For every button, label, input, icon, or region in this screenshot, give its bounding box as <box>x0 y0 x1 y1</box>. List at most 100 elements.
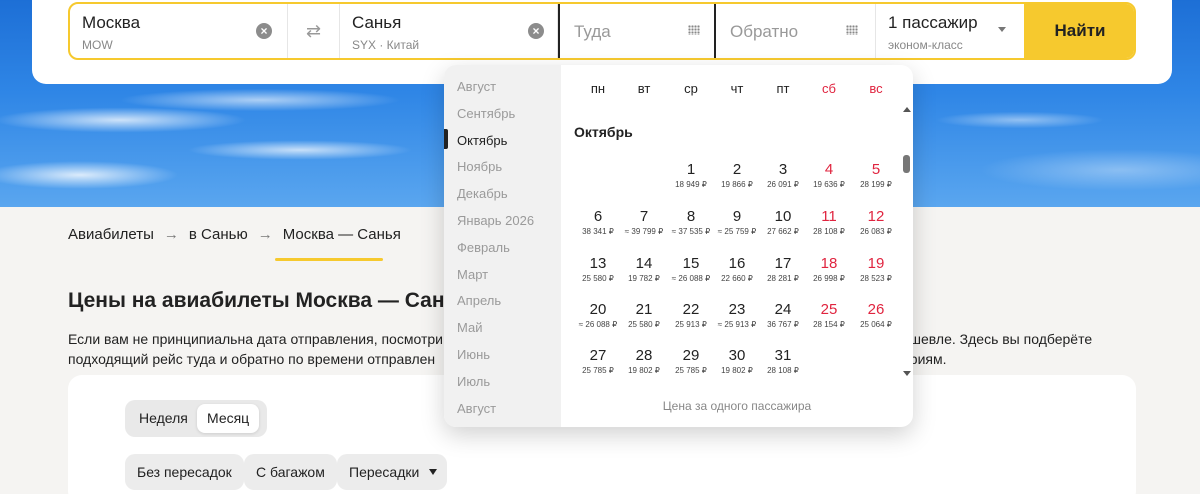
month-item[interactable]: Февраль <box>457 240 510 255</box>
day-number: 22 <box>682 301 700 318</box>
caret-down-icon <box>429 469 438 475</box>
clear-from-icon[interactable]: × <box>256 23 272 39</box>
day-price: 19 782 ₽ <box>628 274 660 283</box>
weekday-label: ср <box>684 81 698 96</box>
day-number: 21 <box>635 301 653 318</box>
from-field[interactable]: Москва MOW × <box>70 4 288 58</box>
swap-icon[interactable]: ⇄ <box>288 4 340 58</box>
day-number: 20 <box>589 301 607 318</box>
calendar-day[interactable]: 26 25 064 ₽ <box>851 301 901 331</box>
from-code: MOW <box>82 38 113 52</box>
calendar-day[interactable]: 16 22 660 ₽ <box>712 255 762 285</box>
clear-to-icon[interactable]: × <box>528 23 544 39</box>
calendar-day[interactable]: 17 28 281 ₽ <box>758 255 808 285</box>
calendar-grid-icon <box>846 25 858 35</box>
day-price: 19 636 ₽ <box>813 180 845 189</box>
scrollbar-thumb[interactable] <box>903 155 910 173</box>
calendar-day[interactable]: 7 ≈ 39 799 ₽ <box>619 208 669 238</box>
day-price: 28 523 ₽ <box>860 274 892 283</box>
day-number: 4 <box>824 161 834 178</box>
day-number: 11 <box>821 208 837 225</box>
filter-baggage-chip[interactable]: С багажом <box>244 454 337 490</box>
month-item[interactable]: Июль <box>457 374 490 389</box>
breadcrumb-active-underline <box>275 258 383 261</box>
day-price: ≈ 25 913 ₽ <box>717 320 757 329</box>
calendar-day[interactable]: 22 25 913 ₽ <box>666 301 716 331</box>
calendar-day[interactable]: 30 19 802 ₽ <box>712 347 762 377</box>
calendar-day[interactable]: 19 28 523 ₽ <box>851 255 901 285</box>
month-item[interactable]: Апрель <box>457 293 501 308</box>
day-number: 27 <box>589 347 607 364</box>
weekday-label: чт <box>730 81 744 96</box>
month-item[interactable]: Август <box>457 79 496 94</box>
day-price: ≈ 25 759 ₽ <box>717 227 757 236</box>
calendar-day[interactable]: 25 28 154 ₽ <box>804 301 854 331</box>
calendar-day[interactable]: 14 19 782 ₽ <box>619 255 669 285</box>
breadcrumb-link-flights[interactable]: Авиабилеты <box>68 226 154 243</box>
day-price: 38 341 ₽ <box>582 227 614 236</box>
scroll-down-icon[interactable] <box>903 371 911 376</box>
calendar-day[interactable]: 15 ≈ 26 088 ₽ <box>666 255 716 285</box>
scroll-up-icon[interactable] <box>903 107 911 112</box>
day-price: 19 802 ₽ <box>628 366 660 375</box>
calendar-day[interactable]: 18 26 998 ₽ <box>804 255 854 285</box>
day-number: 16 <box>728 255 746 272</box>
month-item[interactable]: Август <box>457 401 496 416</box>
month-item[interactable]: Июнь <box>457 347 490 362</box>
month-item[interactable]: Январь 2026 <box>457 213 534 228</box>
month-item[interactable]: Ноябрь <box>457 159 502 174</box>
date-back-field[interactable]: Обратно <box>716 4 876 58</box>
day-number: 28 <box>635 347 653 364</box>
calendar-day[interactable]: 3 26 091 ₽ <box>758 161 808 191</box>
calendar-day[interactable]: 10 27 662 ₽ <box>758 208 808 238</box>
day-number: 19 <box>867 255 885 272</box>
day-price: 22 660 ₽ <box>721 274 753 283</box>
passengers-field[interactable]: 1 пассажир эконом-класс <box>876 4 1024 58</box>
calendar-day[interactable]: 24 36 767 ₽ <box>758 301 808 331</box>
calendar-day[interactable]: 4 19 636 ₽ <box>804 161 854 191</box>
filter-transfers-chip[interactable]: Пересадки <box>337 454 448 490</box>
day-number: 14 <box>635 255 653 272</box>
day-price: ≈ 37 535 ₽ <box>671 227 711 236</box>
calendar-day[interactable]: 21 25 580 ₽ <box>619 301 669 331</box>
day-number: 18 <box>820 255 838 272</box>
month-item[interactable]: Май <box>457 320 482 335</box>
calendar-day[interactable]: 27 25 785 ₽ <box>573 347 623 377</box>
calendar-day[interactable]: 2 19 866 ₽ <box>712 161 762 191</box>
calendar-day[interactable]: 12 26 083 ₽ <box>851 208 901 238</box>
day-price: 26 998 ₽ <box>813 274 845 283</box>
view-month-option[interactable]: Месяц <box>197 404 260 433</box>
calendar-day[interactable]: 9 ≈ 25 759 ₽ <box>712 208 762 238</box>
calendar-day[interactable]: 29 25 785 ₽ <box>666 347 716 377</box>
find-button[interactable]: Найти <box>1024 4 1134 58</box>
month-item[interactable]: Октябрь <box>457 133 507 148</box>
day-price: 25 064 ₽ <box>860 320 892 329</box>
calendar-day[interactable]: 23 ≈ 25 913 ₽ <box>712 301 762 331</box>
month-item[interactable]: Декабрь <box>457 186 508 201</box>
view-week-option[interactable]: Неделя <box>129 404 198 433</box>
month-item[interactable]: Сентябрь <box>457 106 515 121</box>
calendar-day[interactable]: 5 28 199 ₽ <box>851 161 901 191</box>
calendar-day[interactable]: 28 19 802 ₽ <box>619 347 669 377</box>
day-price: 25 580 ₽ <box>628 320 660 329</box>
breadcrumb-link-destination[interactable]: в Санью <box>189 226 248 243</box>
calendar-day[interactable]: 1 18 949 ₽ <box>666 161 716 191</box>
filter-nonstop-chip[interactable]: Без пересадок <box>125 454 244 490</box>
to-field[interactable]: Санья SYX · Китай × <box>340 4 558 58</box>
passengers-count: 1 пассажир <box>888 13 978 32</box>
calendar-day[interactable]: 11 28 108 ₽ <box>804 208 854 238</box>
day-price: ≈ 26 088 ₽ <box>671 274 711 283</box>
calendar-day[interactable]: 6 38 341 ₽ <box>573 208 623 238</box>
day-price: 28 154 ₽ <box>813 320 845 329</box>
day-price: 26 091 ₽ <box>767 180 799 189</box>
calendar-day[interactable]: 13 25 580 ₽ <box>573 255 623 285</box>
day-price: 26 083 ₽ <box>860 227 892 236</box>
calendar-day[interactable]: 8 ≈ 37 535 ₽ <box>666 208 716 238</box>
weekday-label: пт <box>776 81 790 96</box>
day-price: 28 281 ₽ <box>767 274 799 283</box>
calendar-day[interactable]: 20 ≈ 26 088 ₽ <box>573 301 623 331</box>
date-there-field[interactable]: Туда <box>558 4 716 58</box>
month-item[interactable]: Март <box>457 267 488 282</box>
day-number: 8 <box>686 208 696 225</box>
calendar-day[interactable]: 31 28 108 ₽ <box>758 347 808 377</box>
